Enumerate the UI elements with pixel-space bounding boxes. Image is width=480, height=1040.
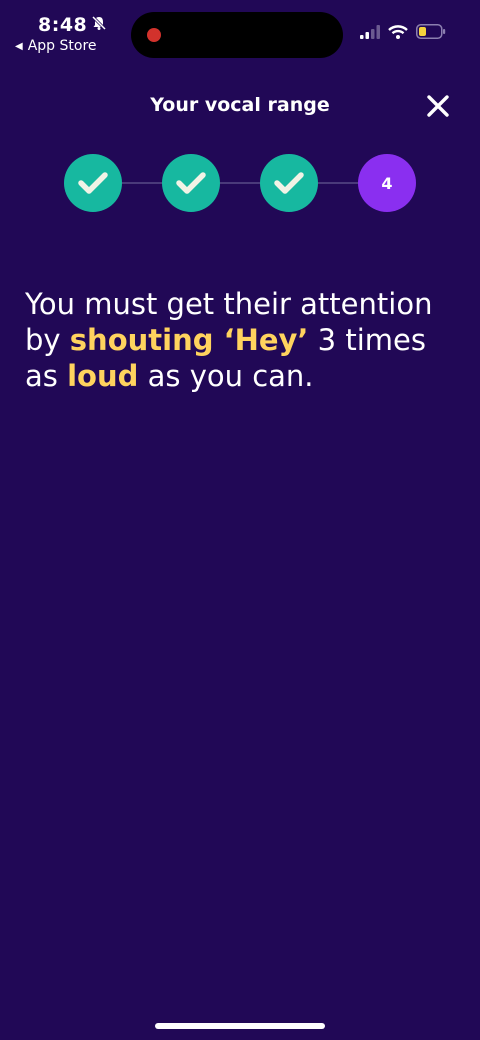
instruction-highlight-1: shouting ‘Hey’ <box>69 323 309 357</box>
close-button[interactable] <box>422 90 454 122</box>
step-3-complete <box>260 154 318 212</box>
close-icon <box>427 95 449 117</box>
step-2-complete <box>162 154 220 212</box>
step-number: 4 <box>381 173 393 193</box>
progress-stepper: 4 <box>0 154 480 214</box>
instruction-highlight-2: loud <box>67 359 139 393</box>
step-1-complete <box>64 154 122 212</box>
back-triangle-icon: ◀ <box>15 40 23 52</box>
stepper-connector <box>120 182 360 184</box>
wifi-icon <box>388 24 408 43</box>
home-indicator[interactable] <box>155 1023 325 1029</box>
status-time: 8:48 <box>38 14 107 36</box>
signal-icon <box>360 24 380 43</box>
instruction-text: You must get their attention by shouting… <box>25 286 465 394</box>
back-to-app-store[interactable]: ◀ App Store <box>15 38 97 54</box>
back-app-label: App Store <box>27 38 97 54</box>
instruction-part-3: as you can. <box>138 359 314 393</box>
status-icons <box>360 24 446 43</box>
page-title: Your vocal range <box>150 94 330 116</box>
dynamic-island <box>131 12 343 58</box>
bell-slash-icon <box>91 14 107 36</box>
recording-indicator-icon <box>147 28 161 42</box>
battery-icon <box>416 24 446 43</box>
status-time-text: 8:48 <box>38 14 88 36</box>
check-icon <box>78 172 108 194</box>
check-icon <box>176 172 206 194</box>
step-4-current: 4 <box>358 154 416 212</box>
check-icon <box>274 172 304 194</box>
